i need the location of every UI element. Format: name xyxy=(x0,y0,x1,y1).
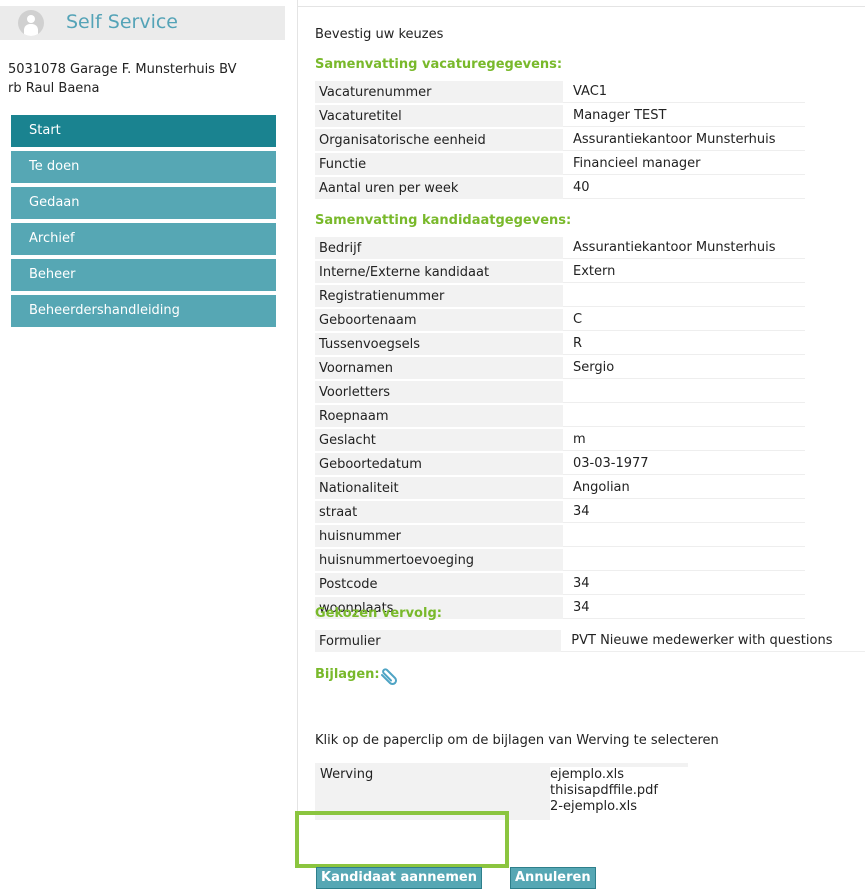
field-value xyxy=(563,525,805,547)
table-row: Geboortenaam C xyxy=(315,309,805,331)
field-label: Nationaliteit xyxy=(315,477,563,499)
field-value: Extern xyxy=(563,261,805,283)
table-row: Functie Financieel manager xyxy=(315,153,805,175)
table-row: Voornamen Sergio xyxy=(315,357,805,379)
field-label: Functie xyxy=(315,153,563,175)
sidebar: Self Service 5031078 Garage F. Munsterhu… xyxy=(0,0,297,868)
sidebar-item-beheer[interactable]: Beheer xyxy=(11,259,276,291)
field-label: Bedrijf xyxy=(315,237,563,259)
field-label: huisnummer xyxy=(315,525,563,547)
kandidaat-table: Bedrijf Assurantiekantoor Munsterhuis Inte… xyxy=(315,235,805,621)
table-row: Interne/Externe kandidaat Extern xyxy=(315,261,805,283)
table-row: Postcode 34 xyxy=(315,573,805,595)
table-row: Registratienummer xyxy=(315,285,805,307)
field-label: Geslacht xyxy=(315,429,563,451)
brand-bar: Self Service xyxy=(0,6,285,40)
table-row: Tussenvoegsels R xyxy=(315,333,805,355)
field-label: Tussenvoegsels xyxy=(315,333,563,355)
sidebar-item-gedaan[interactable]: Gedaan xyxy=(11,187,276,219)
field-value: Assurantiekantoor Munsterhuis xyxy=(563,237,805,259)
table-row: huisnummer xyxy=(315,525,805,547)
field-label: Geboortenaam xyxy=(315,309,563,331)
table-row: Organisatorische eenheid Assurantiekantoo… xyxy=(315,129,805,151)
field-label: Registratienummer xyxy=(315,285,563,307)
field-label: Voornamen xyxy=(315,357,563,379)
vacature-table: Vacaturenummer VAC1 Vacaturetitel Manager T… xyxy=(315,79,805,201)
section-title-kandidaat: Samenvatting kandidaatgegevens: xyxy=(315,213,572,228)
field-value: R xyxy=(563,333,805,355)
cancel-button[interactable]: Annuleren xyxy=(510,867,596,889)
field-value: Sergio xyxy=(563,357,805,379)
highlight-frame xyxy=(295,811,509,868)
accept-candidate-button[interactable]: Kandidaat aannemen xyxy=(316,867,482,889)
field-value: m xyxy=(563,429,805,451)
werving-label: Werving xyxy=(320,767,374,782)
field-value: C xyxy=(563,309,805,331)
field-label: huisnummertoevoeging xyxy=(315,549,563,571)
section-title-bijlagen: Bijlagen: xyxy=(315,667,380,682)
table-row: Bedrijf Assurantiekantoor Munsterhuis xyxy=(315,237,805,259)
field-value xyxy=(563,381,805,403)
company-info: 5031078 Garage F. Munsterhuis BV rb Raul… xyxy=(8,60,237,98)
field-value: 34 xyxy=(563,501,805,523)
attachment-file: 2-ejemplo.xls xyxy=(550,799,638,814)
sidebar-item-start[interactable]: Start xyxy=(11,115,276,147)
page-title: Bevestig uw keuzes xyxy=(315,27,444,42)
table-row: Geslacht m xyxy=(315,429,805,451)
table-row: Aantal uren per week 40 xyxy=(315,177,805,199)
table-row: Formulier PVT Nieuwe medewerker with ques… xyxy=(315,630,865,652)
vervolg-table: Formulier PVT Nieuwe medewerker with ques… xyxy=(315,628,865,654)
sidebar-item-archief[interactable]: Archief xyxy=(11,223,276,255)
top-divider xyxy=(298,6,865,7)
bijlagen-instruction: Klik op de paperclip om de bijlagen van … xyxy=(315,733,719,748)
field-label: Vacaturenummer xyxy=(315,81,563,103)
attachment-file: thisisapdffile.pdf xyxy=(550,783,658,798)
field-value: Assurantiekantoor Munsterhuis xyxy=(563,129,805,151)
table-row: Vacaturetitel Manager TEST xyxy=(315,105,805,127)
field-label: Roepnaam xyxy=(315,405,563,427)
sidebar-nav: Start Te doen Gedaan Archief Beheer Beheerder… xyxy=(11,115,276,331)
brand-title: Self Service xyxy=(66,11,178,33)
field-value: 34 xyxy=(563,573,805,595)
table-row: straat 34 xyxy=(315,501,805,523)
field-value: Manager TEST xyxy=(563,105,805,127)
sidebar-item-beheerdershandleiding[interactable]: Beheerdershandleiding xyxy=(11,295,276,327)
field-value: Angolian xyxy=(563,477,805,499)
paperclip-icon[interactable] xyxy=(378,666,402,692)
table-row: Roepnaam xyxy=(315,405,805,427)
section-title-vacature: Samenvatting vacaturegegevens: xyxy=(315,57,563,72)
field-label: Formulier xyxy=(315,630,562,652)
field-value: Financieel manager xyxy=(563,153,805,175)
field-label: Postcode xyxy=(315,573,563,595)
field-label: Geboortedatum xyxy=(315,453,563,475)
column-divider xyxy=(297,0,298,868)
sidebar-item-te-doen[interactable]: Te doen xyxy=(11,151,276,183)
user-name: rb Raul Baena xyxy=(8,81,100,96)
field-value: 40 xyxy=(563,177,805,199)
werving-file-list: ejemplo.xls thisisapdffile.pdf 2-ejemplo… xyxy=(550,767,688,820)
company-name: 5031078 Garage F. Munsterhuis BV xyxy=(8,62,237,77)
field-value: VAC1 xyxy=(563,81,805,103)
field-label: Voorletters xyxy=(315,381,563,403)
field-label: Interne/Externe kandidaat xyxy=(315,261,563,283)
table-row: Geboortedatum 03-03-1977 xyxy=(315,453,805,475)
field-value: 34 xyxy=(563,597,805,619)
field-value xyxy=(563,549,805,571)
field-value: PVT Nieuwe medewerker with questions xyxy=(561,630,865,652)
table-row: Nationaliteit Angolian xyxy=(315,477,805,499)
user-icon xyxy=(18,10,44,36)
field-label: straat xyxy=(315,501,563,523)
field-label: Organisatorische eenheid xyxy=(315,129,563,151)
field-label: Aantal uren per week xyxy=(315,177,563,199)
table-row: Voorletters xyxy=(315,381,805,403)
field-value xyxy=(563,285,805,307)
field-value: 03-03-1977 xyxy=(563,453,805,475)
table-row: huisnummertoevoeging xyxy=(315,549,805,571)
field-label: Vacaturetitel xyxy=(315,105,563,127)
section-title-vervolg: Gekozen vervolg: xyxy=(315,606,442,621)
field-value xyxy=(563,405,805,427)
attachment-file: ejemplo.xls xyxy=(550,767,625,782)
table-row: Vacaturenummer VAC1 xyxy=(315,81,805,103)
